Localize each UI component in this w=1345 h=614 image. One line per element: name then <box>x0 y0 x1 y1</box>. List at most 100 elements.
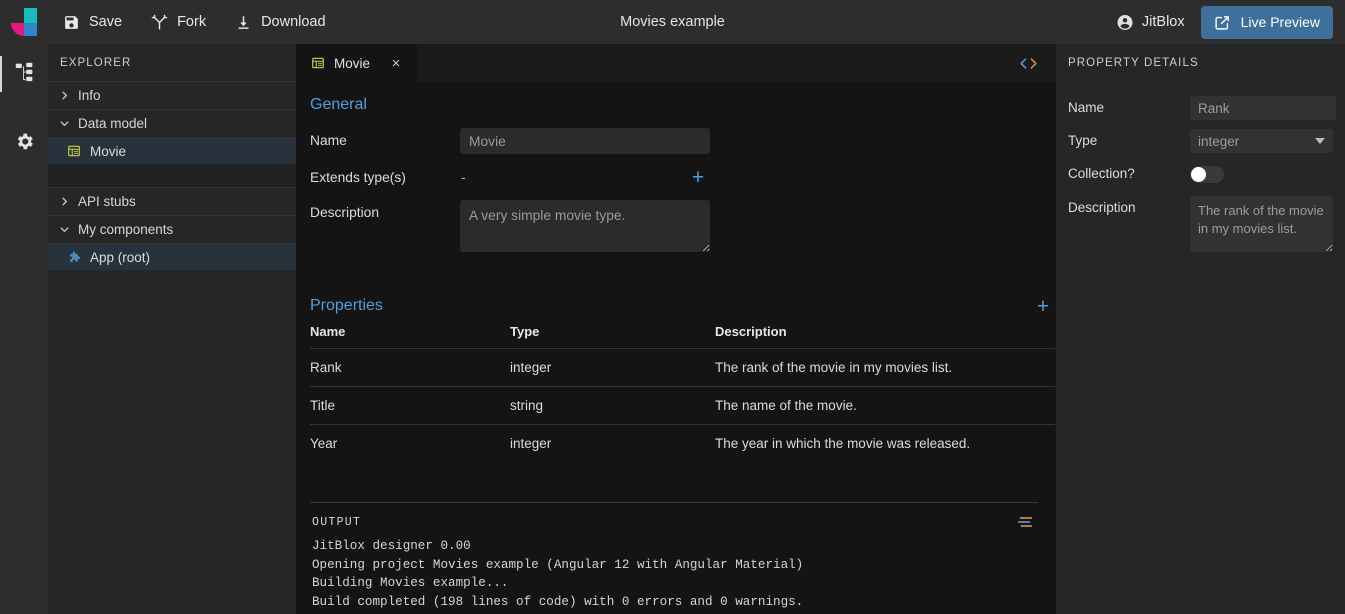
description-textarea[interactable]: A very simple movie type. <box>460 200 710 252</box>
tree-item-movie[interactable]: Movie <box>48 138 296 164</box>
chevron-right-icon <box>58 90 70 102</box>
description-label: Description <box>310 205 380 220</box>
jitblox-designer-window: Save Fork Download Movies example JitBlo… <box>0 0 1345 614</box>
description-row: Description A very simple movie type. <box>310 200 1038 252</box>
properties-table: Name Type Description Rank integer The r… <box>310 324 1055 462</box>
property-details-panel: PROPERTY DETAILS Name Type integer Colle… <box>1056 44 1345 614</box>
chevron-down-icon <box>58 224 70 236</box>
column-header-type: Type <box>510 324 540 339</box>
pd-name-row: Name <box>1068 96 1336 120</box>
tree-group-label: My components <box>78 222 174 237</box>
chevron-down-icon <box>58 118 70 130</box>
property-description: The name of the movie. <box>715 386 1055 425</box>
tree-children-my-components: App (root) <box>48 244 296 270</box>
general-section-header: General <box>310 96 1055 114</box>
tree-item-label: Movie <box>90 143 127 159</box>
extends-label: Extends type(s) <box>310 170 406 185</box>
table-row[interactable]: Year integer The year in which the movie… <box>310 424 1055 462</box>
clear-output-icon[interactable] <box>1014 513 1036 531</box>
output-line: Building Movies example... <box>312 576 509 590</box>
tree-group-label: Data model <box>78 116 148 131</box>
pd-name-input[interactable] <box>1190 96 1336 120</box>
pd-type-select[interactable]: integer <box>1190 129 1333 153</box>
jitblox-logo[interactable] <box>0 8 48 36</box>
name-input[interactable] <box>460 128 710 154</box>
toolbar-right-group: JitBlox Live Preview <box>1106 4 1345 40</box>
output-title: OUTPUT <box>312 515 362 529</box>
property-description: The rank of the movie in my movies list. <box>715 348 1055 387</box>
add-extends-button[interactable]: + <box>686 165 710 189</box>
activity-structure-button[interactable] <box>0 50 48 98</box>
output-header: OUTPUT <box>310 503 1038 537</box>
user-account-button[interactable]: JitBlox <box>1106 4 1195 40</box>
property-name: Title <box>310 386 510 425</box>
account-circle-icon <box>1116 13 1134 31</box>
tree-children-data-model: Movie <box>48 138 296 188</box>
type-editor-form: General Name Extends type(s) - + <box>296 82 1056 502</box>
live-preview-label: Live Preview <box>1240 14 1320 30</box>
tree-group-label: Info <box>78 88 101 103</box>
property-type: integer <box>510 348 715 387</box>
table-row[interactable]: Title string The name of the movie. <box>310 386 1055 425</box>
tab-movie[interactable]: Movie × <box>296 44 418 82</box>
pd-type-value: integer <box>1198 133 1240 149</box>
user-name: JitBlox <box>1141 14 1185 30</box>
column-header-description: Description <box>715 324 787 339</box>
extends-value: - <box>461 169 466 185</box>
save-label: Save <box>89 14 123 30</box>
fork-button[interactable]: Fork <box>136 0 220 44</box>
pd-description-textarea[interactable]: The rank of the movie in my movies list. <box>1190 196 1333 252</box>
pd-description-label: Description <box>1068 200 1136 215</box>
add-property-button[interactable]: + <box>1031 294 1055 318</box>
property-name: Year <box>310 424 510 462</box>
explorer-title: EXPLORER <box>60 57 132 69</box>
tree-group-data-model[interactable]: Data model <box>48 109 296 138</box>
pd-collection-toggle[interactable] <box>1190 166 1224 183</box>
chevron-down-icon <box>1315 138 1325 144</box>
external-link-icon <box>1214 13 1232 31</box>
properties-section: Properties + Name Type Description Rank … <box>310 294 1055 462</box>
download-icon <box>234 13 252 31</box>
tabstrip-filler <box>417 44 1056 82</box>
workspace: EXPLORER Info Data model Movie API stubs… <box>0 44 1345 614</box>
save-button[interactable]: Save <box>48 0 136 44</box>
tree-group-my-components[interactable]: My components <box>48 215 296 244</box>
table-row[interactable]: Rank integer The rank of the movie in my… <box>310 348 1055 387</box>
code-brackets-icon[interactable] <box>1015 52 1042 75</box>
activity-settings-button[interactable] <box>0 120 48 168</box>
property-type: integer <box>510 424 715 462</box>
editor-tabstrip: Movie × <box>296 44 1056 82</box>
data-type-icon <box>66 144 81 159</box>
pd-type-label: Type <box>1068 133 1098 148</box>
explorer-panel: EXPLORER Info Data model Movie API stubs… <box>48 44 296 614</box>
properties-section-header: Properties + <box>310 294 1055 318</box>
extends-row: Extends type(s) - + <box>310 165 1038 189</box>
tab-label: Movie <box>334 55 371 71</box>
save-icon <box>62 13 80 31</box>
download-button[interactable]: Download <box>220 0 340 44</box>
output-line: Opening project Movies example (Angular … <box>312 557 804 572</box>
tree-empty-space <box>48 164 296 188</box>
editor-area: Movie × General Name Movie Extends type(… <box>296 44 1056 614</box>
chevron-right-icon <box>58 196 70 208</box>
property-name: Rank <box>310 348 510 387</box>
name-row: Name <box>310 128 1038 154</box>
tree-item-app-root[interactable]: App (root) <box>48 244 296 270</box>
properties-heading: Properties <box>310 297 383 314</box>
download-label: Download <box>261 14 326 30</box>
output-line: Build completed (198 lines of code) with… <box>312 594 804 609</box>
toggle-knob <box>1191 167 1206 182</box>
structure-icon <box>14 61 35 87</box>
live-preview-button[interactable]: Live Preview <box>1200 5 1333 39</box>
column-header-name: Name <box>310 324 346 339</box>
pd-collection-label: Collection? <box>1068 166 1135 181</box>
property-description: The year in which the movie was released… <box>715 424 1055 462</box>
pd-name-label: Name <box>1068 100 1105 115</box>
tree-group-info[interactable]: Info <box>48 81 296 110</box>
output-line: JitBlox designer 0.00 <box>312 539 471 553</box>
properties-table-header-row: Name Type Description <box>310 324 1055 349</box>
tree-group-api-stubs[interactable]: API stubs <box>48 187 296 216</box>
settings-gear-icon <box>14 131 35 157</box>
tab-close-icon[interactable]: × <box>387 54 405 72</box>
output-console[interactable]: JitBlox designer 0.00 Opening project Mo… <box>310 537 1038 614</box>
